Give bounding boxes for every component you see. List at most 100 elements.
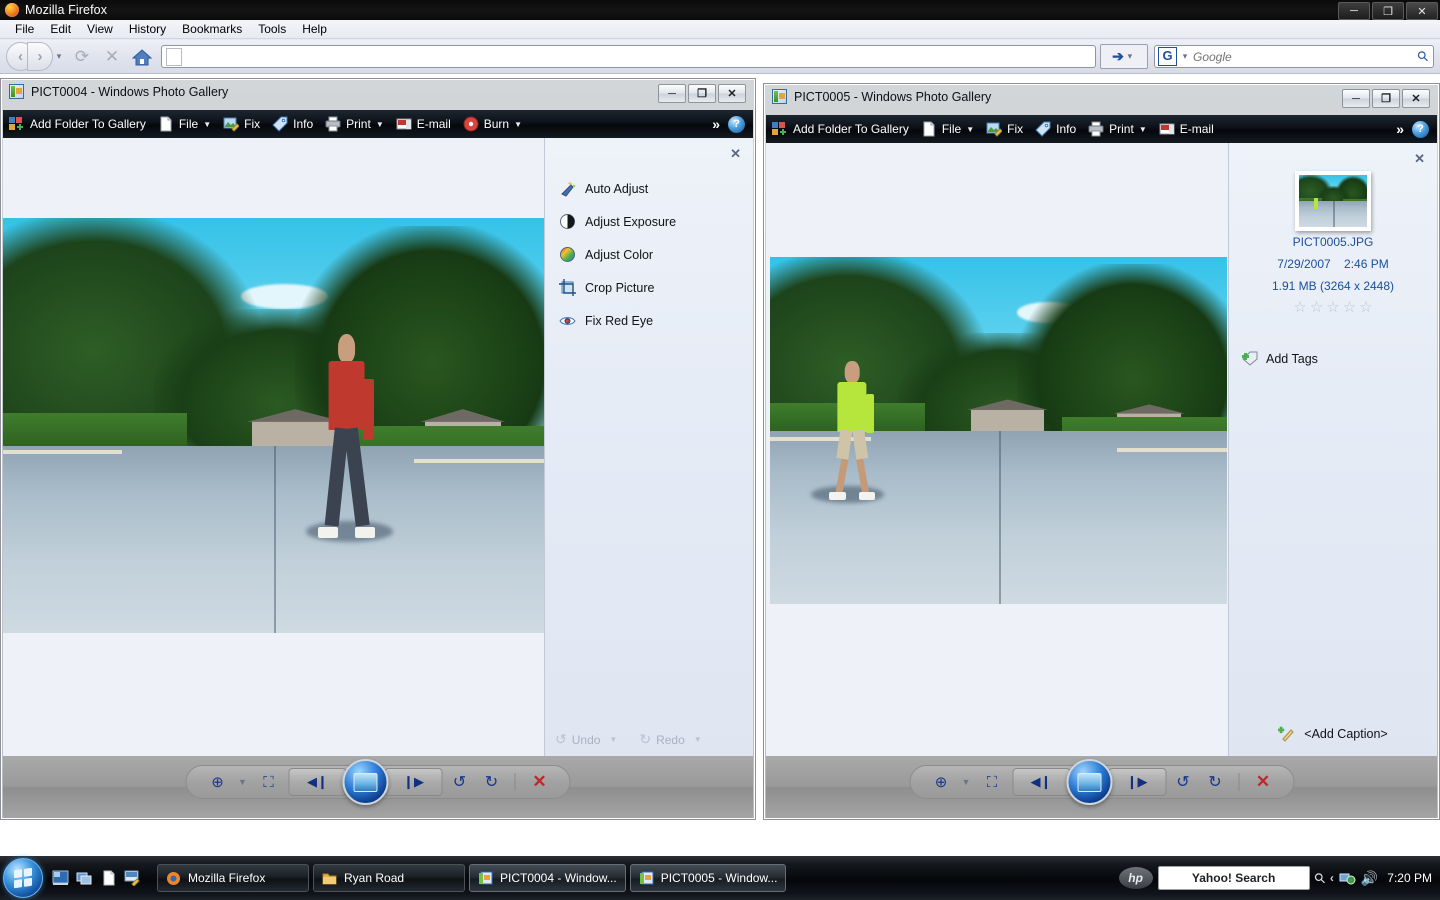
auto-adjust-item[interactable]: Auto Adjust	[559, 172, 743, 205]
menu-history[interactable]: History	[121, 20, 174, 38]
fix-button[interactable]: Fix	[217, 110, 266, 138]
paint-icon[interactable]	[124, 870, 141, 887]
menu-file[interactable]: File	[7, 20, 42, 38]
photo-pict0004[interactable]	[3, 218, 544, 633]
toolbar-overflow-icon[interactable]: »	[704, 116, 728, 132]
start-orb[interactable]	[3, 858, 43, 898]
play-slideshow-icon[interactable]	[1066, 759, 1112, 805]
chevron-down-icon[interactable]: ▼	[609, 735, 617, 744]
undo-button[interactable]: ↺ Undo ▼	[555, 731, 617, 748]
next-icon[interactable]: ❙▶	[1108, 768, 1166, 796]
taskbar-item-firefox[interactable]: Mozilla Firefox	[157, 864, 309, 892]
menu-tools[interactable]: Tools	[250, 20, 294, 38]
photo-pict0005[interactable]	[770, 257, 1227, 604]
search-input[interactable]	[1191, 48, 1418, 65]
address-bar[interactable]	[161, 45, 1096, 68]
add-tags-button[interactable]: Add Tags	[1241, 351, 1318, 366]
info-button[interactable]: Info	[266, 110, 319, 138]
burn-button[interactable]: Burn ▼	[457, 110, 528, 138]
document-icon[interactable]	[100, 870, 117, 886]
rotate-left-icon[interactable]: ↺	[1168, 769, 1198, 795]
home-icon[interactable]	[127, 44, 157, 70]
rotate-left-icon[interactable]: ↺	[445, 769, 475, 795]
rotate-right-icon[interactable]: ↻	[1200, 769, 1230, 795]
previous-icon[interactable]: ◀❙	[288, 768, 347, 796]
menu-view[interactable]: View	[79, 20, 121, 38]
search-bar[interactable]: G ▾ ⚲	[1154, 45, 1434, 68]
email-button[interactable]: E-mail	[1153, 115, 1220, 143]
url-input[interactable]	[186, 46, 1095, 67]
maximize-button[interactable]: ❐	[1372, 2, 1404, 20]
rating-stars[interactable]: ☆ ☆ ☆ ☆ ☆	[1229, 300, 1437, 315]
star-3[interactable]: ☆	[1326, 300, 1339, 315]
reload-icon[interactable]: ⟳	[67, 44, 97, 70]
zoom-icon[interactable]: ⊕	[924, 769, 958, 795]
gallery2-photo-canvas[interactable]	[766, 143, 1228, 756]
file-menu-button[interactable]: File ▼	[152, 110, 217, 138]
menu-help[interactable]: Help	[294, 20, 335, 38]
minimize-button[interactable]: ─	[1342, 89, 1370, 108]
close-icon[interactable]: ✕	[1414, 151, 1425, 167]
print-button[interactable]: Print ▼	[319, 110, 390, 138]
history-dropdown-icon[interactable]: ▾	[53, 51, 65, 62]
forward-icon[interactable]: ›	[27, 42, 53, 71]
fix-red-eye-item[interactable]: Fix Red Eye	[559, 304, 743, 337]
close-button[interactable]: ✕	[1406, 2, 1438, 20]
switch-windows-icon[interactable]	[76, 870, 93, 886]
filename-link[interactable]: PICT0005.JPG	[1229, 231, 1437, 253]
add-folder-to-gallery-button[interactable]: Add Folder To Gallery	[766, 115, 915, 143]
fit-to-window-icon[interactable]: ⛶	[974, 769, 1010, 795]
menu-edit[interactable]: Edit	[42, 20, 79, 38]
go-dropdown-icon[interactable]: ▾	[1124, 51, 1136, 62]
star-2[interactable]: ☆	[1310, 300, 1323, 315]
taskbar-item-pict0005[interactable]: PICT0005 - Window...	[629, 864, 787, 892]
email-button[interactable]: E-mail	[390, 110, 457, 138]
next-icon[interactable]: ❙▶	[384, 768, 443, 796]
zoom-icon[interactable]: ⊕	[201, 769, 235, 795]
previous-icon[interactable]: ◀❙	[1012, 768, 1070, 796]
go-button[interactable]: ➔ ▾	[1100, 44, 1148, 69]
taskbar-item-ryan-road[interactable]: Ryan Road	[313, 864, 465, 892]
menu-bookmarks[interactable]: Bookmarks	[174, 20, 250, 38]
yahoo-search-input[interactable]: Yahoo! Search	[1157, 866, 1310, 890]
magnifier-icon[interactable]: ⚲	[1310, 868, 1329, 887]
redo-button[interactable]: ↻ Redo ▼	[639, 731, 701, 748]
star-4[interactable]: ☆	[1343, 300, 1356, 315]
crop-picture-item[interactable]: Crop Picture	[559, 271, 743, 304]
close-button[interactable]: ✕	[718, 84, 746, 103]
adjust-exposure-item[interactable]: Adjust Exposure	[559, 205, 743, 238]
search-engine-dropdown-icon[interactable]: ▾	[1179, 51, 1191, 62]
photo-thumbnail[interactable]	[1295, 171, 1371, 231]
network-icon[interactable]	[1339, 871, 1356, 886]
adjust-color-item[interactable]: Adjust Color	[559, 238, 743, 271]
taskbar-item-pict0004[interactable]: PICT0004 - Window...	[469, 864, 626, 892]
gallery1-photo-canvas[interactable]	[3, 138, 544, 756]
star-5[interactable]: ☆	[1359, 300, 1372, 315]
toolbar-overflow-icon[interactable]: »	[1388, 121, 1412, 137]
add-folder-to-gallery-button[interactable]: Add Folder To Gallery	[3, 110, 152, 138]
chevron-down-icon[interactable]: ▼	[694, 735, 702, 744]
delete-icon[interactable]: ✕	[524, 769, 556, 795]
maximize-button[interactable]: ❐	[688, 84, 716, 103]
stop-icon[interactable]: ✕	[97, 44, 127, 70]
show-hidden-icons-chevron-icon[interactable]: ‹	[1330, 871, 1334, 885]
zoom-dropdown-icon[interactable]: ▼	[237, 777, 249, 787]
show-desktop-icon[interactable]	[52, 870, 69, 886]
file-menu-button[interactable]: File ▼	[915, 115, 980, 143]
info-button[interactable]: Info	[1029, 115, 1082, 143]
maximize-button[interactable]: ❐	[1372, 89, 1400, 108]
fix-button[interactable]: Fix	[980, 115, 1029, 143]
print-button[interactable]: Print ▼	[1082, 115, 1153, 143]
play-slideshow-icon[interactable]	[342, 759, 389, 805]
volume-icon[interactable]: 🔊	[1361, 870, 1378, 887]
star-1[interactable]: ☆	[1293, 300, 1306, 315]
add-caption-button[interactable]: <Add Caption>	[1229, 726, 1437, 742]
close-button[interactable]: ✕	[1402, 89, 1430, 108]
help-icon[interactable]: ?	[728, 115, 745, 133]
help-icon[interactable]: ?	[1412, 120, 1429, 138]
delete-icon[interactable]: ✕	[1247, 769, 1279, 795]
fit-to-window-icon[interactable]: ⛶	[251, 769, 287, 795]
clock[interactable]: 7:20 PM	[1387, 871, 1432, 885]
rotate-right-icon[interactable]: ↻	[477, 769, 507, 795]
zoom-dropdown-icon[interactable]: ▼	[960, 777, 972, 787]
